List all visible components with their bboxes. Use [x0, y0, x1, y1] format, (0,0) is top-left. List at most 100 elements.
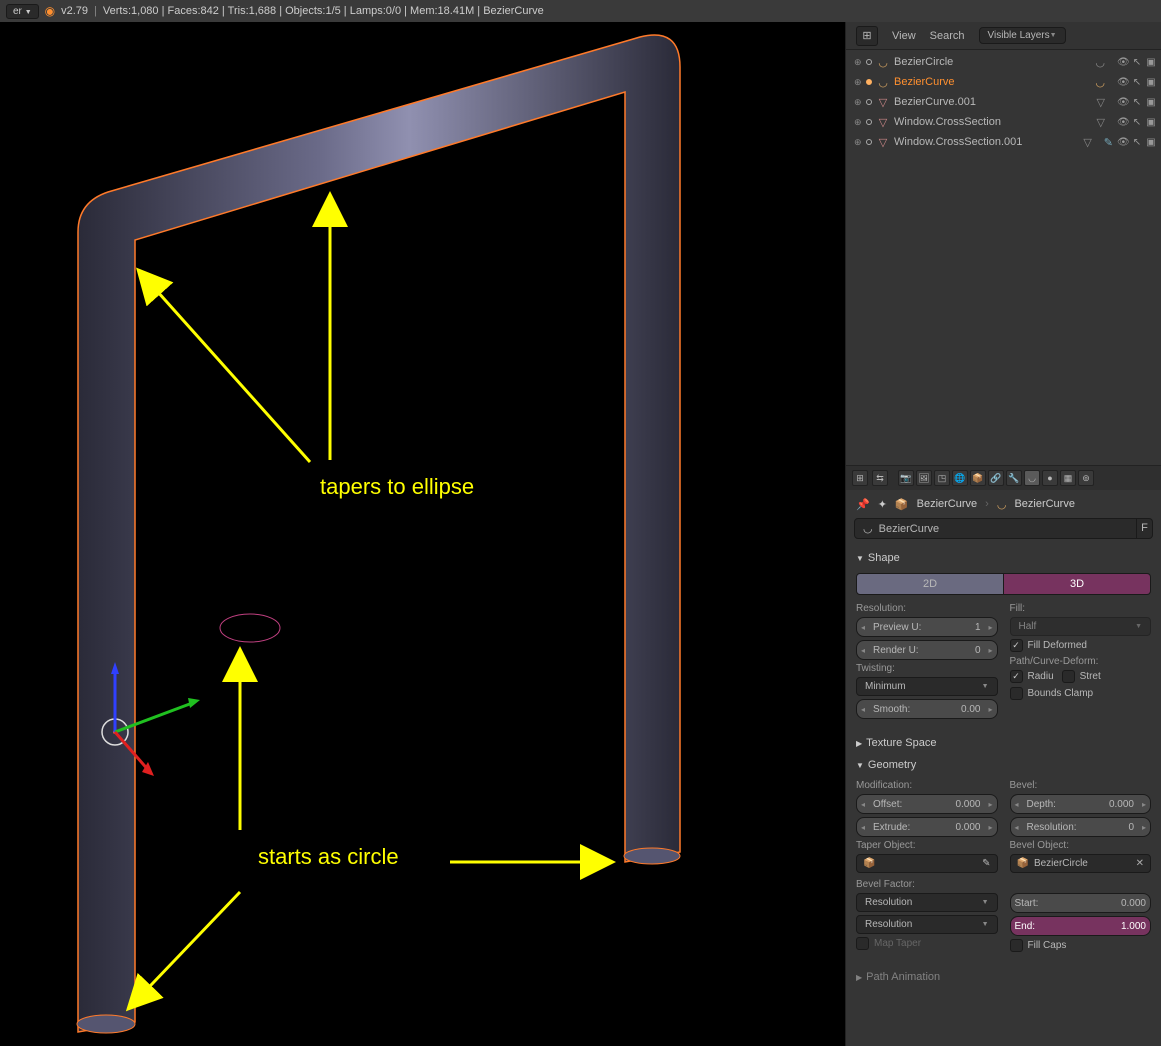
eyedropper-icon[interactable]: ✎ — [982, 858, 990, 869]
stretch-checkbox[interactable]: Stret — [1062, 670, 1101, 683]
outliner-panel: ⊞ View Search Visible Layers▼ ⊕ ◡ Bezier… — [845, 22, 1161, 465]
radius-checkbox[interactable]: Radiu — [1010, 670, 1054, 683]
outliner-item[interactable]: ⊕ ▽ Window.CrossSection ▽ 👁↖▣ — [846, 112, 1161, 132]
2d-button[interactable]: 2D — [856, 573, 1004, 595]
tab-render[interactable]: 📷 — [898, 470, 914, 486]
outliner-item[interactable]: ⊕ ▽ Window.CrossSection.001 ▽ ✎ 👁↖▣ — [846, 132, 1161, 152]
bevel-start-field[interactable]: Start:0.000 — [1010, 893, 1152, 913]
decrement-icon[interactable]: ◂ — [857, 646, 869, 655]
outliner-item[interactable]: ⊕ ◡ BezierCurve ◡ 👁↖▣ — [846, 72, 1161, 92]
properties-pin-icon[interactable]: ⇆ — [872, 470, 888, 486]
increment-icon[interactable]: ▸ — [985, 623, 997, 632]
pin-icon[interactable]: 📌 — [856, 498, 870, 511]
eye-icon[interactable]: 👁 — [1117, 77, 1129, 88]
bevel-factor-label: Bevel Factor: — [856, 879, 1151, 890]
header-dropdown[interactable]: er ▼ — [6, 4, 39, 19]
preview-u-field[interactable]: ◂Preview U:1▸ — [856, 617, 998, 637]
camera-icon[interactable]: ▣ — [1145, 77, 1157, 88]
cursor-icon[interactable]: ↖ — [1131, 77, 1143, 88]
dimensions-toggle: 2D 3D — [856, 573, 1151, 595]
tab-data[interactable]: ◡ — [1024, 470, 1040, 486]
fill-deformed-checkbox[interactable]: Fill Deformed — [1010, 639, 1152, 652]
decrement-icon[interactable]: ◂ — [857, 623, 869, 632]
edit-icon[interactable]: ✎ — [1104, 136, 1113, 149]
eye-icon[interactable]: 👁 — [1117, 97, 1129, 108]
data-curve-icon: ◡ — [1087, 56, 1113, 69]
tab-world[interactable]: 🌐 — [952, 470, 968, 486]
increment-icon[interactable]: ▸ — [985, 705, 997, 714]
expand-icon[interactable]: ⊕ — [854, 57, 862, 68]
outliner-display-mode[interactable]: Visible Layers▼ — [979, 27, 1066, 44]
datablock-name[interactable]: BezierCurve — [879, 523, 940, 535]
disclosure-triangle-icon: ▼ — [856, 761, 864, 770]
cursor-icon[interactable]: ↖ — [1131, 137, 1143, 148]
bevel-resolution-field[interactable]: ◂Resolution:0▸ — [1010, 817, 1152, 837]
outliner-tree[interactable]: ⊕ ◡ BezierCircle ◡ 👁↖▣ ⊕ ◡ BezierCurve ◡… — [846, 50, 1161, 154]
tab-constraints[interactable]: 🔗 — [988, 470, 1004, 486]
bevel-object-label: Bevel Object: — [1010, 840, 1152, 851]
decrement-icon[interactable]: ◂ — [857, 705, 869, 714]
path-animation-panel-header[interactable]: ▶Path Animation — [846, 966, 1161, 988]
expand-icon[interactable]: ⊕ — [854, 97, 862, 108]
eye-icon[interactable]: 👁 — [1117, 57, 1129, 68]
tab-physics[interactable]: ⊚ — [1078, 470, 1094, 486]
bevel-factor-end-mapping[interactable]: Resolution▼ — [856, 915, 998, 934]
shape-panel-header[interactable]: ▼Shape — [846, 547, 1161, 569]
map-taper-checkbox[interactable]: Map Taper — [856, 937, 998, 950]
depth-field[interactable]: ◂Depth:0.000▸ — [1010, 794, 1152, 814]
offset-field[interactable]: ◂Offset:0.000▸ — [856, 794, 998, 814]
outliner-item[interactable]: ⊕ ◡ BezierCircle ◡ 👁↖▣ — [846, 52, 1161, 72]
breadcrumb-object[interactable]: BezierCurve — [917, 498, 978, 510]
3d-viewport[interactable]: tapers to ellipse starts as circle — [0, 22, 845, 1046]
expand-icon[interactable]: ⊕ — [854, 117, 862, 128]
outliner-item-label: BezierCircle — [894, 56, 1083, 68]
outliner-search-menu[interactable]: Search — [930, 30, 965, 42]
cursor-icon[interactable]: ↖ — [1131, 97, 1143, 108]
path-deform-label: Path/Curve-Deform: — [1010, 656, 1152, 667]
fill-mode-select[interactable]: Half▼ — [1010, 617, 1152, 636]
camera-icon[interactable]: ▣ — [1145, 117, 1157, 128]
tab-scene[interactable]: ◳ — [934, 470, 950, 486]
outliner-type-icon[interactable]: ⊞ — [856, 26, 878, 46]
modification-label: Modification: — [856, 780, 998, 791]
cursor-icon[interactable]: ↖ — [1131, 57, 1143, 68]
data-mesh-icon: ▽ — [1089, 96, 1113, 109]
tab-texture[interactable]: ▦ — [1060, 470, 1076, 486]
datablock-name-field[interactable]: ◡BezierCurve F — [854, 518, 1153, 539]
fake-user-button[interactable]: F — [1137, 518, 1153, 539]
eye-icon[interactable]: 👁 — [1117, 117, 1129, 128]
taper-object-field[interactable]: 📦✎ — [856, 854, 998, 873]
cursor-icon[interactable]: ↖ — [1131, 117, 1143, 128]
expand-icon[interactable]: ⊕ — [854, 137, 862, 148]
geometry-panel-header[interactable]: ▼Geometry — [846, 754, 1161, 776]
eye-icon[interactable]: 👁 — [1117, 137, 1129, 148]
properties-type-icon[interactable]: ⊞ — [852, 470, 868, 486]
clear-icon[interactable]: ✕ — [1136, 858, 1144, 869]
camera-icon[interactable]: ▣ — [1145, 57, 1157, 68]
3d-button[interactable]: 3D — [1004, 573, 1151, 595]
render-u-field[interactable]: ◂Render U:0▸ — [856, 640, 998, 660]
twisting-label: Twisting: — [856, 663, 998, 674]
bevel-factor-start-mapping[interactable]: Resolution▼ — [856, 893, 998, 912]
texture-space-panel-header[interactable]: ▶Texture Space — [846, 732, 1161, 754]
fill-caps-checkbox[interactable]: Fill Caps — [1010, 939, 1152, 952]
camera-icon[interactable]: ▣ — [1145, 97, 1157, 108]
outliner-view-menu[interactable]: View — [892, 30, 916, 42]
increment-icon[interactable]: ▸ — [985, 646, 997, 655]
bevel-end-field[interactable]: End:1.000 — [1010, 916, 1152, 936]
tab-render-layers[interactable]: 🖼 — [916, 470, 932, 486]
bounds-clamp-checkbox[interactable]: Bounds Clamp — [1010, 687, 1152, 700]
tab-modifiers[interactable]: 🔧 — [1006, 470, 1022, 486]
tab-object[interactable]: 📦 — [970, 470, 986, 486]
twist-method-select[interactable]: Minimum▼ — [856, 677, 998, 696]
context-icon: ✦ — [878, 498, 887, 511]
outliner-item[interactable]: ⊕ ▽ BezierCurve.001 ▽ 👁↖▣ — [846, 92, 1161, 112]
bevel-object-field[interactable]: 📦BezierCircle✕ — [1010, 854, 1152, 873]
extrude-field[interactable]: ◂Extrude:0.000▸ — [856, 817, 998, 837]
camera-icon[interactable]: ▣ — [1145, 137, 1157, 148]
smooth-field[interactable]: ◂Smooth:0.00▸ — [856, 699, 998, 719]
disclosure-triangle-icon: ▼ — [856, 554, 864, 563]
breadcrumb-data[interactable]: BezierCurve — [1014, 498, 1075, 510]
tab-material[interactable]: ● — [1042, 470, 1058, 486]
expand-icon[interactable]: ⊕ — [854, 77, 862, 88]
